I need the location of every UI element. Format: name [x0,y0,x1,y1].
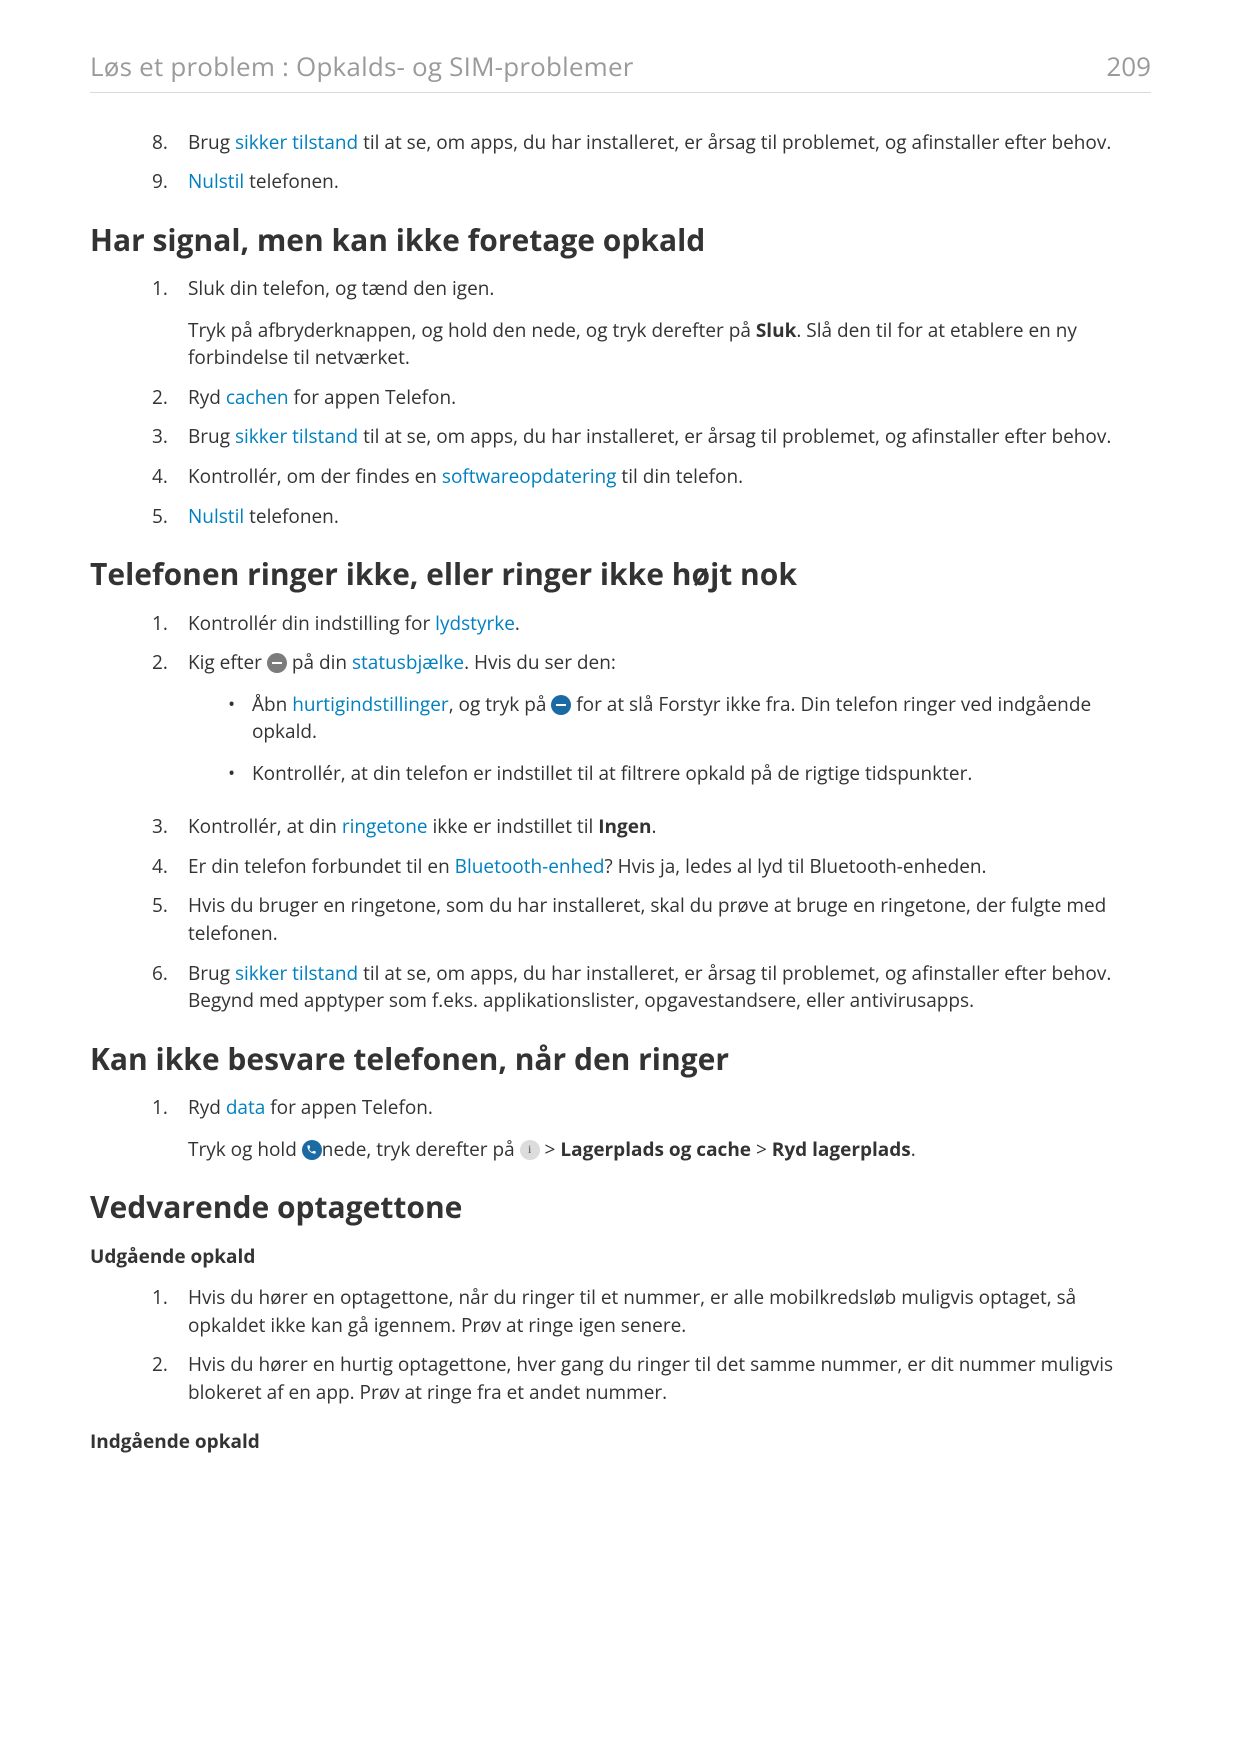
list-item: 1. Kontrollér din indstilling for lydsty… [152,610,1151,638]
info-icon: i [520,1140,540,1160]
list-item: 3. Kontrollér, at din ringetone ikke er … [152,813,1151,841]
list-item: 2. Ryd cachen for appen Telefon. [152,384,1151,412]
list-item: 5. Hvis du bruger en ringetone, som du h… [152,892,1151,947]
list-number: 2. [152,384,188,412]
list-cant-answer: 1. Ryd data for appen Telefon. Tryk og h… [90,1094,1151,1163]
heading-no-ring: Telefonen ringer ikke, eller ringer ikke… [90,552,1151,596]
list-item: 2. Hvis du hører en hurtig optagettone, … [152,1351,1151,1406]
bullet-item: • Kontrollér, at din telefon er indstill… [228,760,1151,788]
breadcrumb: Løs et problem : Opkalds- og SIM-problem… [90,48,634,86]
page-number: 209 [1106,48,1151,86]
heading-cant-answer: Kan ikke besvare telefonen, når den ring… [90,1037,1151,1081]
list-text: Sluk din telefon, og tænd den igen. [188,275,1151,303]
list-number: 3. [152,423,188,451]
dnd-toggle-icon [551,695,571,715]
list-text: Brug sikker tilstand til at se, om apps,… [188,423,1151,451]
link-ringtone[interactable]: ringetone [342,813,428,839]
list-text: Brug sikker tilstand til at se, om apps,… [188,129,1151,157]
list-text: Åbn hurtigindstillinger, og tryk på for … [252,691,1151,746]
list-text: Kig efter på din statusbjælke. Hvis du s… [188,649,1151,677]
list-text: Kontrollér, at din ringetone ikke er ind… [188,813,1151,841]
subheading-incoming: Indgående opkald [90,1428,1151,1456]
link-data[interactable]: data [226,1094,266,1120]
list-text: Ryd data for appen Telefon. [188,1094,1151,1122]
list-outgoing: 1. Hvis du hører en optagettone, når du … [90,1284,1151,1406]
list-text: Hvis du hører en hurtig optagettone, hve… [188,1351,1151,1406]
list-number: 1. [152,610,188,638]
list-number: 9. [152,168,188,196]
list-text: Tryk og hold nede, tryk derefter på i > … [188,1136,1151,1164]
list-continuation: 8. Brug sikker tilstand til at se, om ap… [90,129,1151,196]
list-item: 2. Kig efter på din statusbjælke. Hvis d… [152,649,1151,801]
list-text: Kontrollér din indstilling for lydstyrke… [188,610,1151,638]
list-item: 1. Ryd data for appen Telefon. Tryk og h… [152,1094,1151,1163]
list-number: 2. [152,649,188,801]
list-item: 1. Hvis du hører en optagettone, når du … [152,1284,1151,1339]
phone-app-icon [302,1140,322,1160]
list-text: Tryk på afbryderknappen, og hold den ned… [188,317,1151,372]
list-number: 5. [152,892,188,947]
list-text: Hvis du bruger en ringetone, som du har … [188,892,1151,947]
list-number: 8. [152,129,188,157]
link-safe-mode[interactable]: sikker tilstand [235,960,358,986]
list-has-signal: 1. Sluk din telefon, og tænd den igen. T… [90,275,1151,530]
bullet-item: • Åbn hurtigindstillinger, og tryk på fo… [228,691,1151,746]
list-number: 1. [152,1284,188,1339]
link-cache[interactable]: cachen [226,384,289,410]
list-number: 5. [152,503,188,531]
heading-has-signal: Har signal, men kan ikke foretage opkald [90,218,1151,262]
list-number: 1. [152,1094,188,1163]
list-text: Nulstil telefonen. [188,503,1151,531]
page-header: Løs et problem : Opkalds- og SIM-problem… [90,48,1151,93]
list-item-9: 9. Nulstil telefonen. [152,168,1151,196]
bullet-dot: • [228,760,252,788]
list-item: 4. Er din telefon forbundet til en Bluet… [152,853,1151,881]
link-reset[interactable]: Nulstil [188,168,244,194]
link-reset[interactable]: Nulstil [188,503,244,529]
link-quick-settings[interactable]: hurtigindstillinger [292,691,448,717]
link-software-update[interactable]: softwareopdatering [442,463,617,489]
list-number: 2. [152,1351,188,1406]
list-item: 3. Brug sikker tilstand til at se, om ap… [152,423,1151,451]
subheading-outgoing: Udgående opkald [90,1243,1151,1271]
list-number: 4. [152,463,188,491]
list-text: Kontrollér, om der findes en softwareopd… [188,463,1151,491]
heading-busy-tone: Vedvarende optagettone [90,1185,1151,1229]
bullet-dot: • [228,691,252,746]
link-safe-mode[interactable]: sikker tilstand [235,129,358,155]
link-statusbar[interactable]: statusbjælke [352,649,464,675]
link-volume[interactable]: lydstyrke [435,610,515,636]
list-text: Brug sikker tilstand til at se, om apps,… [188,960,1151,1015]
list-item: 5. Nulstil telefonen. [152,503,1151,531]
bullet-list: • Åbn hurtigindstillinger, og tryk på fo… [188,691,1151,788]
list-number: 6. [152,960,188,1015]
list-text: Hvis du hører en optagettone, når du rin… [188,1284,1151,1339]
list-item: 1. Sluk din telefon, og tænd den igen. T… [152,275,1151,372]
list-text: Nulstil telefonen. [188,168,1151,196]
list-no-ring: 1. Kontrollér din indstilling for lydsty… [90,610,1151,1015]
list-text: Er din telefon forbundet til en Bluetoot… [188,853,1151,881]
list-item: 4. Kontrollér, om der findes en software… [152,463,1151,491]
list-item-8: 8. Brug sikker tilstand til at se, om ap… [152,129,1151,157]
list-number: 1. [152,275,188,372]
list-item: 6. Brug sikker tilstand til at se, om ap… [152,960,1151,1015]
list-number: 3. [152,813,188,841]
list-number: 4. [152,853,188,881]
list-text: Ryd cachen for appen Telefon. [188,384,1151,412]
list-text: Kontrollér, at din telefon er indstillet… [252,760,1151,788]
link-bluetooth-device[interactable]: Bluetooth-enhed [455,853,605,879]
link-safe-mode[interactable]: sikker tilstand [235,423,358,449]
dnd-status-icon [267,653,287,673]
